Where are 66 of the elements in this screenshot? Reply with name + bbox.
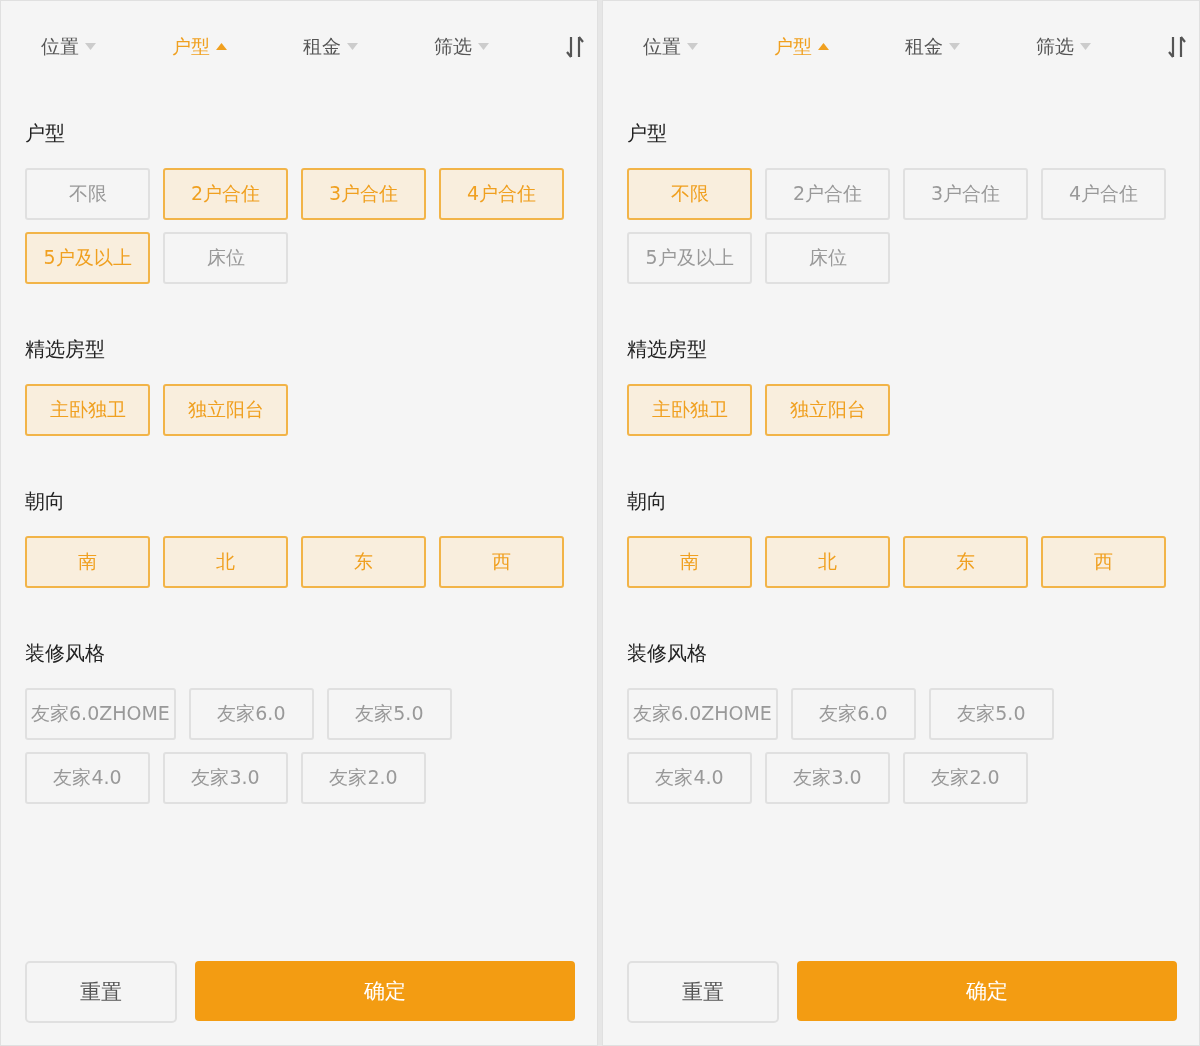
section-title: 朝向 xyxy=(25,488,66,514)
filter-tab[interactable]: 筛选 xyxy=(1036,33,1167,60)
option-chip[interactable]: 4户合住 xyxy=(1041,168,1166,220)
section-title: 朝向 xyxy=(627,488,668,514)
reset-button[interactable]: 重置 xyxy=(25,961,177,1023)
option-chip[interactable]: 友家6.0 xyxy=(790,688,916,740)
option-chip[interactable]: 友家2.0 xyxy=(903,752,1028,804)
reset-button[interactable]: 重置 xyxy=(627,961,779,1023)
option-chip[interactable]: 2户合住 xyxy=(163,168,288,220)
option-chip[interactable]: 友家6.0 xyxy=(188,688,314,740)
option-chip[interactable]: 东 xyxy=(903,536,1028,588)
option-chip[interactable]: 友家4.0 xyxy=(25,752,150,804)
option-chip[interactable]: 西 xyxy=(1041,536,1166,588)
option-chip[interactable]: 友家2.0 xyxy=(301,752,426,804)
option-chip[interactable]: 友家4.0 xyxy=(627,752,752,804)
filter-tab[interactable]: 位置 xyxy=(41,33,172,60)
option-chip[interactable]: 3户合住 xyxy=(903,168,1028,220)
caret-down-icon xyxy=(687,43,698,50)
caret-down-icon xyxy=(85,43,96,50)
option-chip[interactable]: 北 xyxy=(163,536,288,588)
option-chip[interactable]: 友家6.0ZHOME xyxy=(627,688,778,740)
section-title: 装修风格 xyxy=(25,640,106,666)
option-chip[interactable]: 友家3.0 xyxy=(765,752,890,804)
option-chip[interactable]: 西 xyxy=(439,536,564,588)
option-chip[interactable]: 独立阳台 xyxy=(765,384,890,436)
option-chip[interactable]: 独立阳台 xyxy=(163,384,288,436)
caret-down-icon xyxy=(949,43,960,50)
option-chip[interactable]: 南 xyxy=(627,536,752,588)
option-chip[interactable]: 床位 xyxy=(163,232,288,284)
option-chip[interactable]: 主卧独卫 xyxy=(627,384,752,436)
confirm-button[interactable]: 确定 xyxy=(195,961,575,1021)
filter-tab[interactable]: 租金 xyxy=(905,33,1036,60)
option-chip[interactable]: 不限 xyxy=(25,168,150,220)
option-chip[interactable]: 友家3.0 xyxy=(163,752,288,804)
caret-down-icon xyxy=(347,43,358,50)
option-chip[interactable]: 5户及以上 xyxy=(627,232,752,284)
section-title: 精选房型 xyxy=(25,336,106,362)
option-chip[interactable]: 北 xyxy=(765,536,890,588)
sort-icon[interactable] xyxy=(565,34,585,59)
section-title: 装修风格 xyxy=(627,640,708,666)
filter-tab[interactable]: 租金 xyxy=(303,33,434,60)
filter-tab[interactable]: 筛选 xyxy=(434,33,565,60)
option-chip[interactable]: 南 xyxy=(25,536,150,588)
option-chip[interactable]: 4户合住 xyxy=(439,168,564,220)
option-chip[interactable]: 不限 xyxy=(627,168,752,220)
section-title: 户型 xyxy=(25,120,66,146)
sort-icon[interactable] xyxy=(1167,34,1187,59)
filter-tab[interactable]: 户型 xyxy=(172,33,303,60)
filter-tab[interactable]: 位置 xyxy=(643,33,774,60)
caret-down-icon xyxy=(478,43,489,50)
caret-up-icon xyxy=(216,43,227,50)
option-chip[interactable]: 友家6.0ZHOME xyxy=(25,688,176,740)
option-chip[interactable]: 友家5.0 xyxy=(326,688,452,740)
option-chip[interactable]: 2户合住 xyxy=(765,168,890,220)
option-chip[interactable]: 友家5.0 xyxy=(928,688,1054,740)
option-chip[interactable]: 东 xyxy=(301,536,426,588)
caret-down-icon xyxy=(1080,43,1091,50)
section-title: 户型 xyxy=(627,120,668,146)
option-chip[interactable]: 主卧独卫 xyxy=(25,384,150,436)
option-chip[interactable]: 3户合住 xyxy=(301,168,426,220)
caret-up-icon xyxy=(818,43,829,50)
filter-tab[interactable]: 户型 xyxy=(774,33,905,60)
section-title: 精选房型 xyxy=(627,336,708,362)
confirm-button[interactable]: 确定 xyxy=(797,961,1177,1021)
option-chip[interactable]: 床位 xyxy=(765,232,890,284)
option-chip[interactable]: 5户及以上 xyxy=(25,232,150,284)
